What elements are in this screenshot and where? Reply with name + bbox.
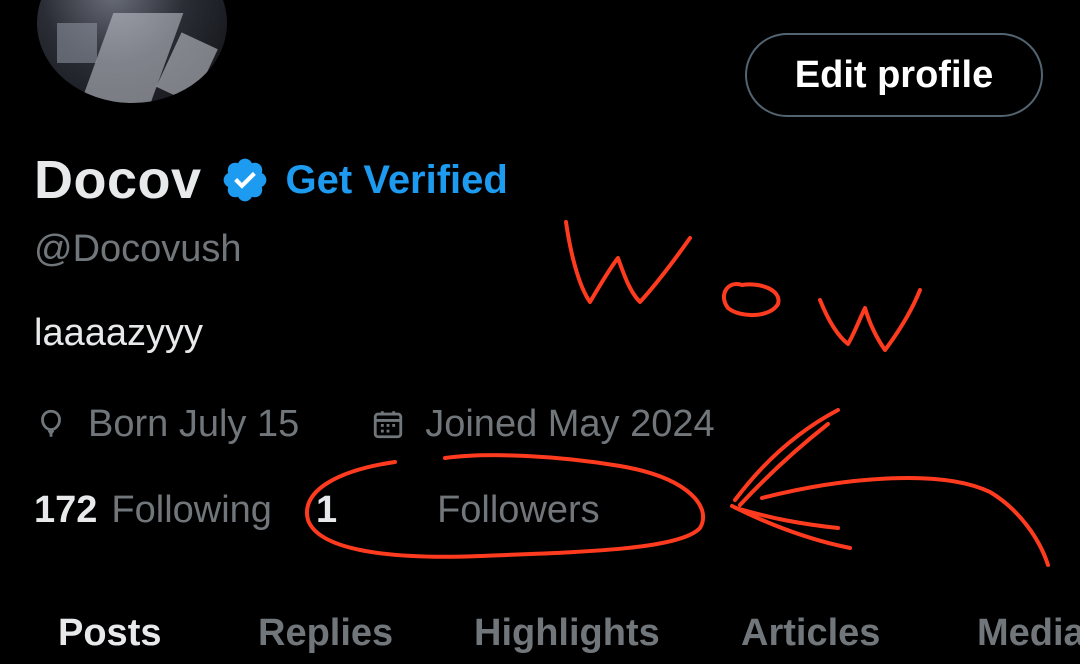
edit-profile-button[interactable]: Edit profile: [745, 33, 1043, 117]
annotation-arrowhead: [733, 408, 840, 502]
following-label: Following: [111, 488, 272, 531]
annotation-arrow-shaft: [760, 476, 1050, 567]
followers-count: 1: [315, 488, 338, 531]
balloon-icon: [41, 409, 61, 437]
display-name: Docov: [34, 150, 202, 210]
annotation-letter-o: [722, 282, 781, 317]
birthday-item: Born July 15: [34, 403, 299, 446]
name-row: Docov Get Verified: [34, 148, 508, 212]
tab-replies[interactable]: Replies: [258, 612, 393, 655]
avatar[interactable]: [34, 0, 230, 106]
verified-badge-icon[interactable]: [220, 155, 270, 205]
tab-articles[interactable]: Articles: [741, 612, 880, 655]
profile-tabs: Posts Replies Highlights Articles Media: [0, 606, 1080, 664]
followers-label: Followers: [437, 488, 600, 531]
annotation-letter-w2: [818, 288, 922, 352]
following-link[interactable]: 172 Following: [34, 489, 272, 532]
calendar-icon: [374, 411, 403, 439]
tab-posts[interactable]: Posts: [58, 612, 161, 655]
get-verified-link[interactable]: Get Verified: [286, 158, 508, 203]
tab-media[interactable]: Media: [977, 612, 1080, 655]
annotation-letter-w1: [564, 220, 692, 304]
tab-highlights[interactable]: Highlights: [474, 612, 660, 655]
handle: @Docovush: [34, 228, 242, 270]
joined-text: Joined May 2024: [425, 402, 715, 445]
followers-link[interactable]: 1 Followers: [316, 489, 600, 532]
joined-item: Joined May 2024: [371, 402, 715, 446]
birthday-text: Born July 15: [88, 402, 300, 445]
following-count: 172: [34, 488, 98, 531]
avatar-art: [57, 23, 97, 63]
profile-meta: Born July 15 Joined May 2024: [34, 400, 715, 448]
bio: laaaazyyy: [34, 312, 203, 354]
follow-counts: 172 Following 1 Followers: [34, 486, 600, 534]
